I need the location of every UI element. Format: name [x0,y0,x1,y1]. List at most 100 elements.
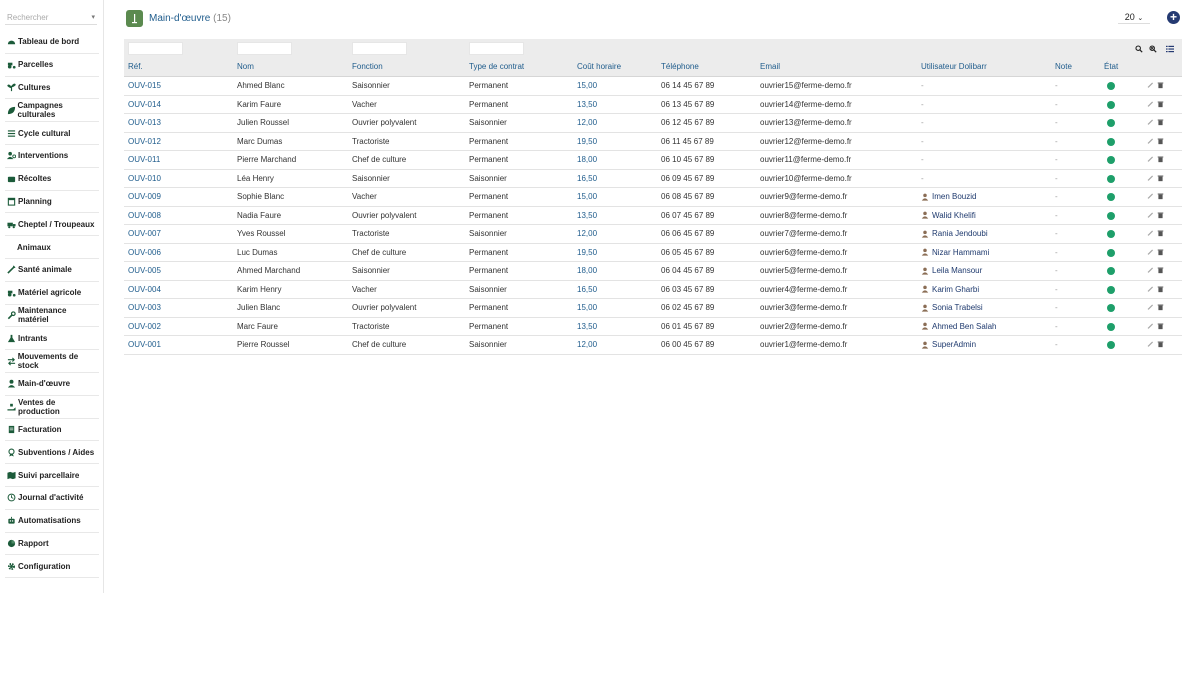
delete-icon[interactable] [1157,211,1164,219]
status-active-icon[interactable] [1107,267,1115,275]
user-link[interactable]: Walid Khelifi [921,211,976,220]
sidebar-item-automatisations[interactable]: Automatisations [5,510,99,533]
edit-icon[interactable] [1147,285,1154,293]
sidebar-item-subventions-aides[interactable]: Subventions / Aides [5,441,99,465]
sidebar-item-mat-riel-agricole[interactable]: Matériel agricole [5,282,99,305]
delete-icon[interactable] [1157,174,1164,182]
status-active-icon[interactable] [1107,230,1115,238]
table-row[interactable]: OUV-003 Julien Blanc Ouvrier polyvalent Per… [124,299,1182,318]
edit-icon[interactable] [1147,248,1154,256]
chevron-down-icon[interactable]: ▾ [91,11,95,25]
status-active-icon[interactable] [1107,82,1115,90]
sidebar-item-rapport[interactable]: Rapport [5,533,99,556]
search-input[interactable]: Rechercher ▾ [5,11,97,25]
ref-link[interactable]: OUV-008 [128,211,161,220]
user-link[interactable]: Sonia Trabelsi [921,303,983,312]
column-header-phone[interactable]: Téléphone [661,62,699,71]
delete-icon[interactable] [1157,285,1164,293]
delete-icon[interactable] [1157,266,1164,274]
ref-link[interactable]: OUV-011 [128,155,160,164]
user-link[interactable]: Leila Mansour [921,266,982,275]
sidebar-item-tableau-de-bord[interactable]: Tableau de bord [5,31,99,54]
delete-icon[interactable] [1157,100,1164,108]
clear-filter-icon[interactable] [1148,44,1157,53]
user-link[interactable]: Ahmed Ben Salah [921,322,997,331]
table-row[interactable]: OUV-008 Nadia Faure Ouvrier polyvalent Perm… [124,207,1182,225]
sidebar-item-maintenance-mat-riel[interactable]: Maintenance matériel [5,305,99,328]
sidebar-item-suivi-parcellaire[interactable]: Suivi parcellaire [5,464,99,487]
edit-icon[interactable] [1147,322,1154,330]
status-active-icon[interactable] [1107,193,1115,201]
table-row[interactable]: OUV-015 Ahmed Blanc Saisonnier Permanent 15,… [124,77,1182,96]
ref-link[interactable]: OUV-006 [128,248,161,257]
filter-name-input[interactable] [237,42,292,55]
ref-link[interactable]: OUV-007 [128,229,161,238]
sidebar-item-intrants[interactable]: Intrants [5,327,99,351]
ref-link[interactable]: OUV-014 [128,100,161,109]
column-header-status[interactable]: État [1104,62,1118,71]
ref-link[interactable]: OUV-015 [128,81,161,90]
sidebar-item-r-coltes[interactable]: Récoltes [5,168,99,191]
delete-icon[interactable] [1157,229,1164,237]
table-row[interactable]: OUV-009 Sophie Blanc Vacher Permanent 15,00 0… [124,188,1182,207]
column-header-role[interactable]: Fonction [352,62,383,71]
user-link[interactable]: SuperAdmin [921,340,976,349]
edit-icon[interactable] [1147,81,1154,89]
sidebar-item-journal-d-activit[interactable]: Journal d'activité [5,487,99,510]
search-icon[interactable] [1134,44,1143,53]
table-row[interactable]: OUV-006 Luc Dumas Chef de culture Permanent… [124,244,1182,262]
delete-icon[interactable] [1157,322,1164,330]
delete-icon[interactable] [1157,192,1164,200]
column-header-email[interactable]: Email [760,62,780,71]
status-active-icon[interactable] [1107,322,1115,331]
column-header-note[interactable]: Note [1055,62,1072,71]
column-list-icon[interactable] [1165,44,1174,53]
delete-icon[interactable] [1157,248,1164,256]
column-header-user[interactable]: Utilisateur Dolibarr [921,62,987,71]
sidebar-item-campagnes-culturales[interactable]: Campagnes culturales [5,99,99,123]
edit-icon[interactable] [1147,303,1154,311]
table-row[interactable]: OUV-005 Ahmed Marchand Saisonnier Permanent… [124,262,1182,281]
table-row[interactable]: OUV-014 Karim Faure Vacher Permanent 13,50 06… [124,96,1182,114]
table-row[interactable]: OUV-001 Pierre Roussel Chef de culture Sais… [124,336,1182,355]
status-active-icon[interactable] [1107,248,1115,257]
filter-ref-input[interactable] [128,42,183,55]
sidebar-item-parcelles[interactable]: Parcelles [5,54,99,77]
edit-icon[interactable] [1147,266,1154,274]
delete-icon[interactable] [1157,155,1164,163]
edit-icon[interactable] [1147,211,1154,219]
column-header-name[interactable]: Nom [237,62,254,71]
filter-contract-input[interactable] [469,42,524,55]
ref-link[interactable]: OUV-002 [128,322,161,331]
column-header-rate[interactable]: Coût horaire [577,62,621,71]
sidebar-item-main-d-uvre[interactable]: Main-d'œuvre [5,373,99,396]
sidebar-item-sant-animale[interactable]: Santé animale [5,259,99,282]
edit-icon[interactable] [1147,118,1154,126]
edit-icon[interactable] [1147,155,1154,163]
status-active-icon[interactable] [1107,341,1115,349]
edit-icon[interactable] [1147,192,1154,200]
table-row[interactable]: OUV-004 Karim Henry Vacher Saisonnier 16,50 0… [124,281,1182,299]
status-active-icon[interactable] [1107,100,1115,109]
ref-link[interactable]: OUV-004 [128,285,161,294]
edit-icon[interactable] [1147,340,1154,348]
delete-icon[interactable] [1157,118,1164,126]
column-header-ref[interactable]: Réf. [128,62,143,71]
table-row[interactable]: OUV-011 Pierre Marchand Chef de culture Per… [124,151,1182,170]
ref-link[interactable]: OUV-003 [128,303,161,312]
user-link[interactable]: Imen Bouzid [921,192,976,201]
status-active-icon[interactable] [1107,304,1115,312]
sidebar-item-interventions[interactable]: Interventions [5,145,99,168]
edit-icon[interactable] [1147,229,1154,237]
sidebar-item-cultures[interactable]: Cultures [5,77,99,100]
status-active-icon[interactable] [1107,285,1115,294]
delete-icon[interactable] [1157,303,1164,311]
sidebar-item-cheptel-troupeaux[interactable]: Cheptel / Troupeaux [5,213,99,237]
table-row[interactable]: OUV-010 Léa Henry Saisonnier Saisonnier 16,5… [124,170,1182,188]
ref-link[interactable]: OUV-001 [128,340,161,349]
filter-role-input[interactable] [352,42,407,55]
page-size-select[interactable]: 20 ⌄ [1118,10,1150,24]
ref-link[interactable]: OUV-009 [128,192,161,201]
table-row[interactable]: OUV-012 Marc Dumas Tractoriste Permanent 19,… [124,133,1182,151]
delete-icon[interactable] [1157,340,1164,348]
